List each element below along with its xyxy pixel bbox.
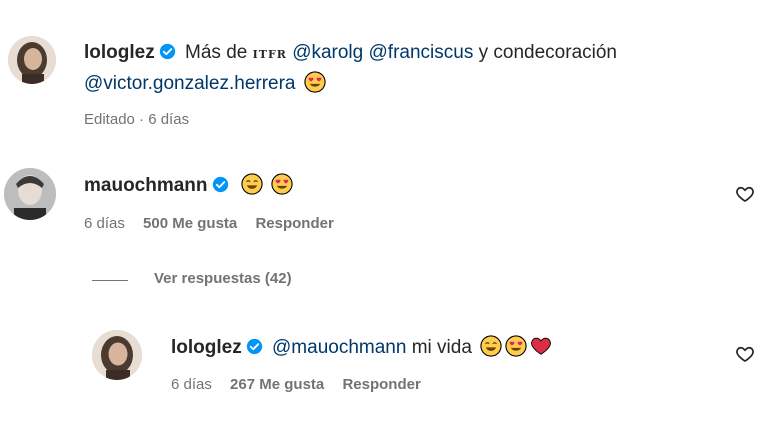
reply-body: mi vida — [411, 337, 472, 358]
likes-count[interactable]: 267 Me gusta — [230, 376, 324, 393]
heart-eyes-emoji-icon — [505, 335, 527, 357]
avatar-photo — [8, 36, 56, 84]
avatar[interactable] — [4, 168, 56, 220]
avatar[interactable] — [8, 36, 56, 84]
view-replies-button[interactable]: Ver respuestas (42) — [154, 270, 292, 287]
reply-text: lologlez @mauochmann mi vida — [171, 333, 552, 362]
reply-time: 6 días — [171, 376, 212, 393]
mention-link[interactable]: @karolg — [292, 42, 363, 63]
verified-badge-icon — [159, 43, 175, 60]
caption-text-before: Más de — [185, 42, 248, 63]
reply-button[interactable]: Responder — [255, 215, 333, 232]
comment-username[interactable]: mauochmann — [84, 175, 208, 196]
verified-badge-icon — [212, 176, 228, 193]
reply-username[interactable]: lologlez — [171, 337, 242, 358]
likes-count[interactable]: 500 Me gusta — [143, 215, 237, 232]
like-heart-icon[interactable] — [735, 344, 755, 364]
avatar-photo — [4, 168, 56, 220]
reply-meta: 6 días 267 Me gusta Responder — [171, 376, 435, 393]
edited-time: Editado · 6 días — [84, 111, 190, 128]
mention-link[interactable]: @franciscus — [369, 42, 474, 63]
mention-link[interactable]: @victor.gonzalez.herrera — [84, 73, 296, 94]
replies-divider — [92, 280, 128, 281]
comment-time: 6 días — [84, 215, 125, 232]
like-heart-icon[interactable] — [735, 184, 755, 204]
grinning-smile-emoji-icon — [480, 335, 502, 357]
verified-badge-icon — [246, 338, 262, 355]
caption-username[interactable]: lologlez — [84, 42, 155, 63]
caption-meta: Editado · 6 días — [84, 111, 203, 128]
comment-meta: 6 días 500 Me gusta Responder — [84, 215, 348, 232]
avatar-photo — [92, 330, 142, 380]
caption-text: lologlez Más de ITFR @karolg @franciscus… — [84, 38, 744, 98]
caption-text-mid: y condecoración — [478, 42, 617, 63]
itfr-brand-text: ITFR — [252, 48, 287, 61]
reply-button[interactable]: Responder — [342, 376, 420, 393]
heart-eyes-emoji-icon — [271, 173, 293, 195]
red-heart-emoji-icon — [531, 337, 552, 355]
heart-eyes-emoji-icon — [304, 71, 326, 93]
comment-text: mauochmann — [84, 171, 293, 200]
mention-link[interactable]: @mauochmann — [272, 337, 406, 358]
avatar[interactable] — [92, 330, 142, 380]
grinning-smile-emoji-icon — [241, 173, 263, 195]
